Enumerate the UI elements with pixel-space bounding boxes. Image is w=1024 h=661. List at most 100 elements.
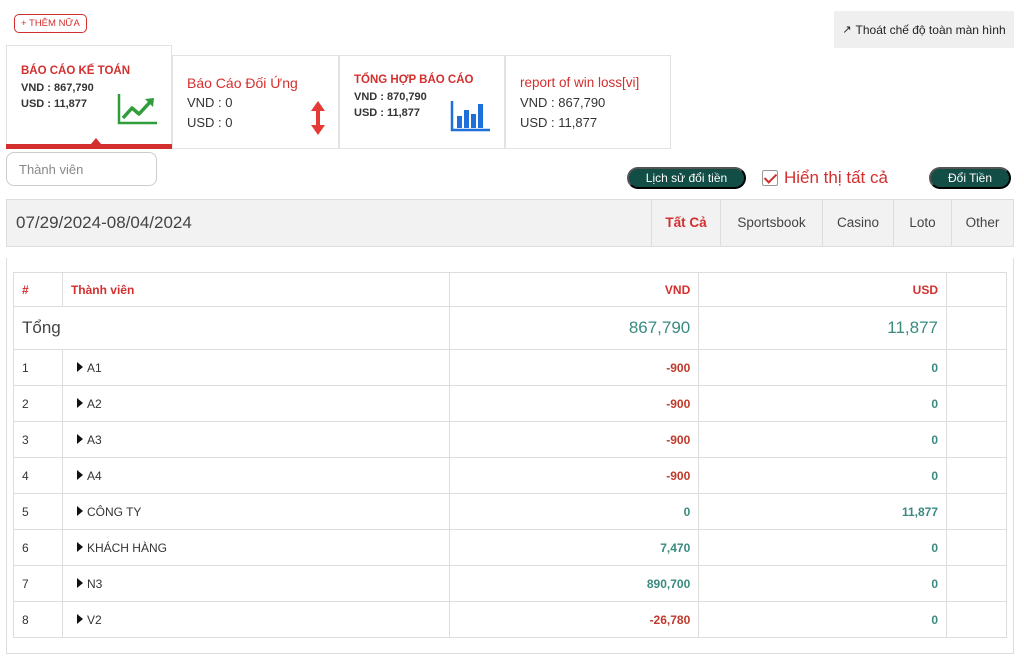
expand-caret-icon[interactable]: [76, 505, 83, 516]
row-index: 5: [13, 493, 63, 530]
row-member[interactable]: V2: [61, 601, 450, 638]
card-vnd: VND : 0: [187, 95, 233, 110]
row-member-name: KHÁCH HÀNG: [86, 540, 167, 555]
header-usd[interactable]: USD: [698, 272, 948, 307]
card-counterpart-report[interactable]: Báo Cáo Đối Ứng VND : 0 USD : 0: [172, 55, 339, 149]
total-usd: 11,877: [698, 306, 948, 350]
vertical-arrows-icon: [311, 101, 325, 135]
row-index: 6: [13, 529, 63, 566]
card-title: report of win loss[vi]: [520, 75, 640, 90]
total-vnd: 867,790: [448, 306, 700, 350]
member-search-input[interactable]: [6, 152, 157, 186]
card-vnd: VND : 867,790: [520, 95, 606, 110]
row-empty: [946, 385, 1007, 422]
header-member[interactable]: Thành viên: [61, 272, 450, 307]
row-index: 3: [13, 421, 63, 458]
row-member[interactable]: A2: [61, 385, 450, 422]
table-row: 2 A2 -900 0: [13, 385, 1007, 422]
row-index: 7: [13, 565, 63, 602]
exchange-currency-button[interactable]: Đổi Tiền: [929, 167, 1011, 189]
card-summary-report[interactable]: TỔNG HỢP BÁO CÁO VND : 870,790 USD : 11,…: [339, 55, 505, 149]
row-member[interactable]: CÔNG TY: [61, 493, 450, 530]
card-accounting-report[interactable]: BÁO CÁO KẾ TOÁN VND : 867,790 USD : 11,8…: [6, 45, 172, 149]
row-vnd: 0: [448, 493, 700, 530]
row-member-name: N3: [86, 576, 103, 591]
row-usd: 0: [698, 565, 948, 602]
row-empty: [946, 601, 1007, 638]
total-label: Tổng: [13, 306, 450, 350]
row-member[interactable]: A4: [61, 457, 450, 494]
row-usd: 0: [698, 385, 948, 422]
row-member[interactable]: A3: [61, 421, 450, 458]
row-member-name: A2: [86, 396, 102, 411]
row-vnd: -900: [448, 421, 700, 458]
table-row: 3 A3 -900 0: [13, 421, 1007, 458]
card-title: Báo Cáo Đối Ứng: [187, 75, 298, 91]
expand-caret-icon[interactable]: [76, 361, 83, 372]
add-more-button[interactable]: + THÊM NỮA: [14, 14, 87, 33]
tab-sportsbook[interactable]: Sportsbook: [720, 200, 822, 246]
table-header-row: # Thành viên VND USD: [13, 272, 1007, 307]
row-usd: 0: [698, 349, 948, 386]
row-member[interactable]: N3: [61, 565, 450, 602]
compress-arrows-icon: ↗︎: [842, 24, 852, 36]
exchange-history-button[interactable]: Lịch sử đổi tiền: [627, 167, 746, 189]
expand-caret-icon[interactable]: [76, 613, 83, 624]
card-title: BÁO CÁO KẾ TOÁN: [21, 65, 131, 77]
table-row: 4 A4 -900 0: [13, 457, 1007, 494]
tab-all[interactable]: Tất Cả: [651, 200, 720, 246]
expand-caret-icon[interactable]: [76, 397, 83, 408]
card-win-loss-report[interactable]: report of win loss[vi] VND : 867,790 USD…: [505, 55, 671, 149]
header-empty: [946, 272, 1007, 307]
tab-loto[interactable]: Loto: [893, 200, 951, 246]
row-empty: [946, 421, 1007, 458]
bar-chart-icon: [450, 101, 490, 132]
row-member[interactable]: KHÁCH HÀNG: [61, 529, 450, 566]
row-index: 4: [13, 457, 63, 494]
row-usd: 0: [698, 421, 948, 458]
expand-caret-icon[interactable]: [76, 541, 83, 552]
row-empty: [946, 457, 1007, 494]
card-vnd: VND : 867,790: [21, 82, 94, 94]
row-index: 2: [13, 385, 63, 422]
tab-casino[interactable]: Casino: [822, 200, 893, 246]
expand-caret-icon[interactable]: [76, 433, 83, 444]
row-empty: [946, 565, 1007, 602]
row-member-name: CÔNG TY: [86, 504, 142, 519]
row-vnd: -900: [448, 385, 700, 422]
show-all-label: Hiển thị tất cả: [784, 168, 888, 187]
total-empty: [946, 306, 1007, 350]
expand-caret-icon[interactable]: [76, 577, 83, 588]
active-indicator: [6, 144, 172, 149]
row-member[interactable]: A1: [61, 349, 450, 386]
row-member-name: A3: [86, 432, 102, 447]
row-usd: 0: [698, 457, 948, 494]
header-vnd[interactable]: VND: [448, 272, 700, 307]
table-row: 7 N3 890,700 0: [13, 565, 1007, 602]
filter-bar: 07/29/2024-08/04/2024 Tất Cả Sportsbook …: [6, 199, 1014, 247]
row-empty: [946, 529, 1007, 566]
page: + THÊM NỮA ↗︎ Thoát chế độ toàn màn hình…: [0, 0, 1024, 661]
row-vnd: -26,780: [448, 601, 700, 638]
header-index: #: [13, 272, 63, 307]
row-vnd: 890,700: [448, 565, 700, 602]
table-row: 5 CÔNG TY 0 11,877: [13, 493, 1007, 530]
member-report-table: # Thành viên VND USD Tổng 867,790 11,877…: [13, 272, 1007, 638]
row-member-name: A1: [86, 360, 102, 375]
row-empty: [946, 349, 1007, 386]
date-range-picker[interactable]: 07/29/2024-08/04/2024: [16, 200, 192, 246]
card-usd: USD : 0: [187, 115, 233, 130]
row-empty: [946, 493, 1007, 530]
show-all-checkbox[interactable]: [762, 170, 778, 186]
expand-caret-icon[interactable]: [76, 469, 83, 480]
row-index: 1: [13, 349, 63, 386]
row-usd: 0: [698, 529, 948, 566]
show-all-toggle[interactable]: Hiển thị tất cả: [762, 168, 888, 188]
card-vnd: VND : 870,790: [354, 91, 427, 103]
exit-fullscreen-label: Thoát chế độ toàn màn hình: [855, 22, 1006, 37]
card-usd: USD : 11,877: [21, 98, 88, 110]
card-usd: USD : 11,877: [520, 115, 598, 130]
tab-other[interactable]: Other: [951, 200, 1013, 246]
row-member-name: V2: [86, 612, 102, 627]
exit-fullscreen-button[interactable]: ↗︎ Thoát chế độ toàn màn hình: [834, 11, 1014, 48]
